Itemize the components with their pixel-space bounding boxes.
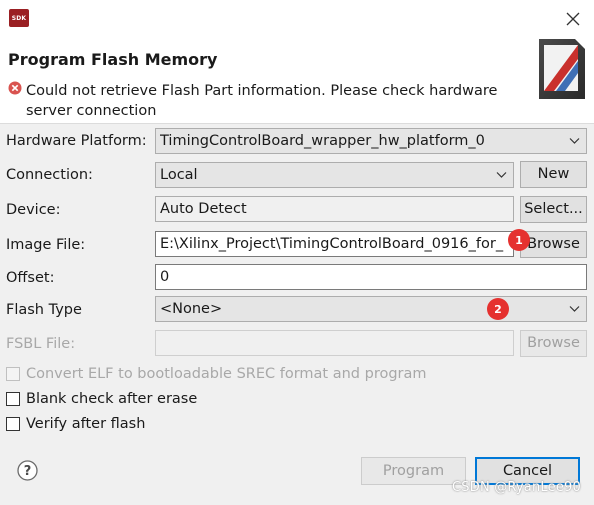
verify-label[interactable]: Verify after flash bbox=[26, 416, 145, 432]
sdk-app-icon: SDK bbox=[9, 9, 29, 27]
convert-elf-option: Convert ELF to bootloadable SREC format … bbox=[6, 364, 427, 384]
close-icon bbox=[566, 12, 580, 26]
annotation-marker-2: 2 bbox=[487, 298, 509, 320]
select-device-button[interactable]: Select... bbox=[520, 196, 587, 223]
program-button: Program bbox=[361, 457, 466, 485]
program-flash-dialog: SDK Program Flash Memory Could not retri… bbox=[0, 0, 594, 505]
fsbl-file-label: FSBL File: bbox=[6, 336, 76, 352]
image-file-input[interactable]: E:\Xilinx_Project\TimingControlBoard_091… bbox=[155, 231, 514, 257]
offset-input[interactable]: 0 bbox=[155, 264, 587, 290]
chevron-down-icon bbox=[496, 172, 507, 178]
error-message: Could not retrieve Flash Part informatio… bbox=[26, 83, 498, 119]
offset-label: Offset: bbox=[6, 270, 55, 286]
device-label: Device: bbox=[6, 202, 61, 218]
image-file-label: Image File: bbox=[6, 237, 86, 253]
device-field: Auto Detect bbox=[155, 196, 514, 222]
flash-type-value: <None> bbox=[160, 301, 223, 317]
dialog-title: Program Flash Memory bbox=[8, 50, 218, 69]
connection-value: Local bbox=[160, 167, 198, 183]
help-glyph: ? bbox=[24, 464, 32, 479]
flash-type-select[interactable]: <None> bbox=[155, 296, 587, 322]
convert-elf-checkbox bbox=[6, 367, 20, 381]
hardware-platform-value: TimingControlBoard_wrapper_hw_platform_0 bbox=[160, 133, 485, 149]
chevron-down-icon bbox=[569, 138, 580, 144]
convert-elf-label: Convert ELF to bootloadable SREC format … bbox=[26, 366, 427, 382]
help-icon[interactable]: ? bbox=[17, 460, 38, 481]
watermark: CSDN @RyanLee90 bbox=[452, 480, 581, 495]
annotation-marker-1: 1 bbox=[508, 229, 530, 251]
blank-check-option[interactable]: Blank check after erase bbox=[6, 389, 197, 409]
blank-check-label[interactable]: Blank check after erase bbox=[26, 391, 197, 407]
dialog-header: SDK Program Flash Memory Could not retri… bbox=[0, 0, 594, 124]
close-button[interactable] bbox=[556, 4, 590, 34]
hardware-platform-label: Hardware Platform: bbox=[6, 133, 147, 149]
browse-image-button[interactable]: Browse bbox=[520, 231, 587, 258]
fsbl-file-input bbox=[155, 330, 514, 356]
browse-fsbl-button: Browse bbox=[520, 330, 587, 357]
chevron-down-icon bbox=[569, 306, 580, 312]
verify-checkbox[interactable] bbox=[6, 417, 20, 431]
flash-memory-banner-icon bbox=[539, 39, 585, 99]
hardware-platform-select[interactable]: TimingControlBoard_wrapper_hw_platform_0 bbox=[155, 128, 587, 154]
flash-type-label: Flash Type bbox=[6, 302, 82, 318]
verify-option[interactable]: Verify after flash bbox=[6, 414, 145, 434]
connection-label: Connection: bbox=[6, 167, 93, 183]
connection-select[interactable]: Local bbox=[155, 162, 514, 188]
blank-check-checkbox[interactable] bbox=[6, 392, 20, 406]
error-icon bbox=[8, 81, 22, 95]
new-connection-button[interactable]: New bbox=[520, 161, 587, 188]
